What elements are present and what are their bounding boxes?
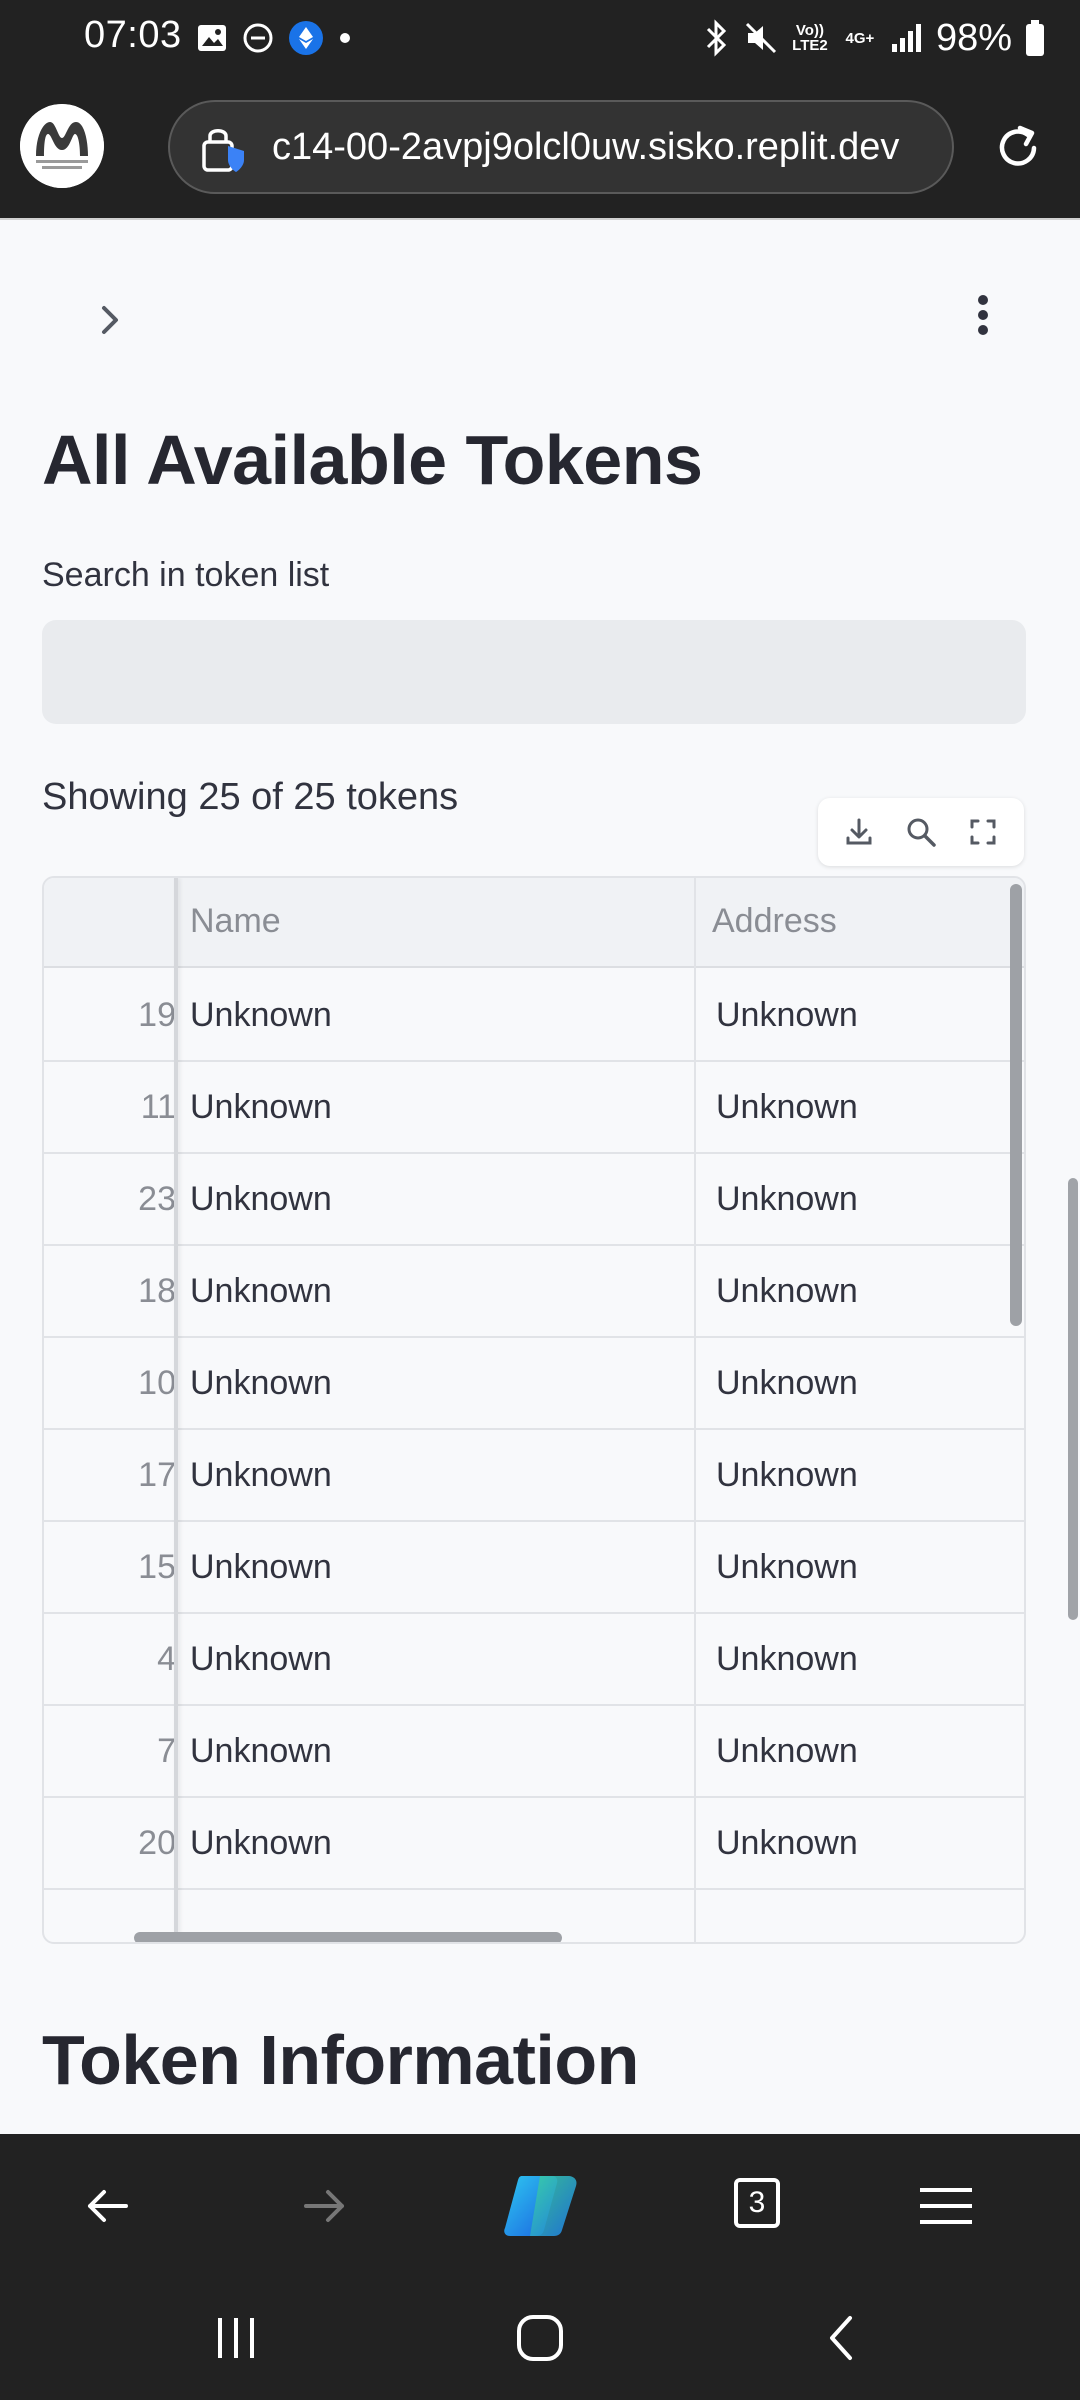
dot-icon bbox=[340, 33, 350, 43]
row-index: 20 bbox=[138, 1824, 176, 1862]
signal-icon bbox=[891, 24, 921, 52]
section-title-token-information: Token Information bbox=[42, 2021, 639, 2099]
forward-arrow-icon[interactable] bbox=[296, 2178, 352, 2234]
status-bar: 07:03 Vo)) LTE2 4G+ 98% bbox=[0, 0, 1080, 76]
page-scrollbar[interactable] bbox=[1068, 1178, 1078, 1620]
cell-name: Unknown bbox=[190, 1456, 332, 1494]
network-type-icon: 4G+ bbox=[845, 29, 875, 47]
cell-name: Unknown bbox=[190, 996, 332, 1034]
table-row[interactable]: 15 Unknown Unknown bbox=[44, 1522, 1024, 1614]
cell-name: Unknown bbox=[190, 1548, 332, 1586]
table-row[interactable]: 17 Unknown Unknown bbox=[44, 1430, 1024, 1522]
search-label: Search in token list bbox=[42, 556, 330, 594]
table-row[interactable]: 20 Unknown Unknown bbox=[44, 1798, 1024, 1890]
table-horizontal-scrollbar[interactable] bbox=[134, 1932, 562, 1942]
recent-apps-icon[interactable] bbox=[210, 2312, 262, 2364]
gallery-icon bbox=[198, 25, 226, 51]
table-row[interactable]: 18 Unknown Unknown bbox=[44, 1246, 1024, 1338]
logo-icon bbox=[20, 104, 104, 188]
row-index: 11 bbox=[140, 1088, 176, 1126]
copilot-icon[interactable] bbox=[500, 2172, 580, 2240]
index-column-divider bbox=[174, 878, 178, 1942]
cell-address: Unknown bbox=[716, 996, 858, 1034]
table-vertical-scrollbar[interactable] bbox=[1010, 884, 1022, 1326]
token-search-input[interactable] bbox=[42, 620, 1026, 724]
back-icon[interactable] bbox=[816, 2312, 868, 2364]
system-navigation-bar bbox=[0, 2276, 1080, 2400]
notification-icons bbox=[196, 20, 352, 56]
token-table: Name Address 19 Unknown Unknown 11 Unkno… bbox=[42, 876, 1026, 1944]
cell-address: Unknown bbox=[716, 1088, 858, 1126]
column-divider bbox=[694, 878, 696, 1942]
cell-address: Unknown bbox=[716, 1364, 858, 1402]
cell-address: Unknown bbox=[716, 1180, 858, 1218]
row-index: 23 bbox=[138, 1180, 176, 1218]
cell-address: Unknown bbox=[716, 1824, 858, 1862]
cell-name: Unknown bbox=[190, 1824, 332, 1862]
row-index: 19 bbox=[138, 996, 176, 1034]
site-logo[interactable] bbox=[20, 104, 104, 188]
token-count-text: Showing 25 of 25 tokens bbox=[42, 776, 459, 818]
search-icon[interactable] bbox=[903, 814, 939, 850]
volte-icon: Vo)) LTE2 bbox=[792, 22, 828, 54]
cell-address: Unknown bbox=[716, 1640, 858, 1678]
address-bar[interactable]: c14-00-2avpj9olcl0uw.sisko.replit.dev bbox=[168, 100, 954, 194]
cell-address: Unknown bbox=[716, 1548, 858, 1586]
row-index: 18 bbox=[138, 1272, 176, 1310]
bluetooth-icon bbox=[706, 19, 727, 57]
cell-name: Unknown bbox=[190, 1272, 332, 1310]
url-text: c14-00-2avpj9olcl0uw.sisko.replit.dev bbox=[272, 126, 900, 168]
column-header-address[interactable]: Address bbox=[712, 902, 837, 941]
cell-name: Unknown bbox=[190, 1364, 332, 1402]
app-notification-icon bbox=[289, 21, 323, 55]
system-status-icons: Vo)) LTE2 4G+ 98% bbox=[702, 14, 1046, 62]
browser-bottom-bar: 3 bbox=[0, 2134, 1080, 2276]
table-row[interactable]: 19 Unknown Unknown bbox=[44, 970, 1024, 1062]
menu-icon[interactable] bbox=[918, 2178, 974, 2234]
status-time: 07:03 bbox=[84, 14, 182, 56]
table-header: Name Address bbox=[44, 878, 1024, 968]
cell-address: Unknown bbox=[716, 1272, 858, 1310]
table-toolbar bbox=[818, 798, 1024, 866]
cell-address: Unknown bbox=[716, 1732, 858, 1770]
cell-address: Unknown bbox=[716, 1456, 858, 1494]
do-not-disturb-icon bbox=[243, 23, 273, 53]
table-row[interactable]: 4 Unknown Unknown bbox=[44, 1614, 1024, 1706]
cell-name: Unknown bbox=[190, 1088, 332, 1126]
column-header-name[interactable]: Name bbox=[190, 902, 281, 941]
page-content: All Available Tokens Search in token lis… bbox=[0, 220, 1080, 2134]
site-info-lock-icon[interactable] bbox=[200, 124, 250, 174]
table-row[interactable]: 7 Unknown Unknown bbox=[44, 1706, 1024, 1798]
sidebar-expand-chevron-icon[interactable] bbox=[92, 300, 128, 340]
cell-name: Unknown bbox=[190, 1732, 332, 1770]
table-row[interactable]: 11 Unknown Unknown bbox=[44, 1062, 1024, 1154]
cell-name: Unknown bbox=[190, 1180, 332, 1218]
fullscreen-icon[interactable] bbox=[965, 814, 1001, 850]
table-row[interactable]: 10 Unknown Unknown bbox=[44, 1338, 1024, 1430]
home-icon[interactable] bbox=[514, 2312, 566, 2364]
battery-icon bbox=[1026, 20, 1044, 56]
cell-name: Unknown bbox=[190, 1640, 332, 1678]
download-icon[interactable] bbox=[841, 814, 877, 850]
tabs-icon[interactable]: 3 bbox=[734, 2178, 780, 2228]
back-arrow-icon[interactable] bbox=[80, 2178, 136, 2234]
table-row[interactable]: 23 Unknown Unknown bbox=[44, 1154, 1024, 1246]
row-index: 17 bbox=[138, 1456, 176, 1494]
main-menu-kebab-icon[interactable] bbox=[968, 290, 998, 340]
mute-icon bbox=[745, 22, 776, 54]
row-index: 15 bbox=[138, 1548, 176, 1586]
page-title: All Available Tokens bbox=[42, 421, 703, 499]
reload-icon[interactable] bbox=[990, 120, 1046, 176]
row-index: 10 bbox=[138, 1364, 176, 1402]
browser-toolbar: c14-00-2avpj9olcl0uw.sisko.replit.dev bbox=[0, 76, 1080, 218]
battery-percent: 98% bbox=[935, 16, 1012, 59]
